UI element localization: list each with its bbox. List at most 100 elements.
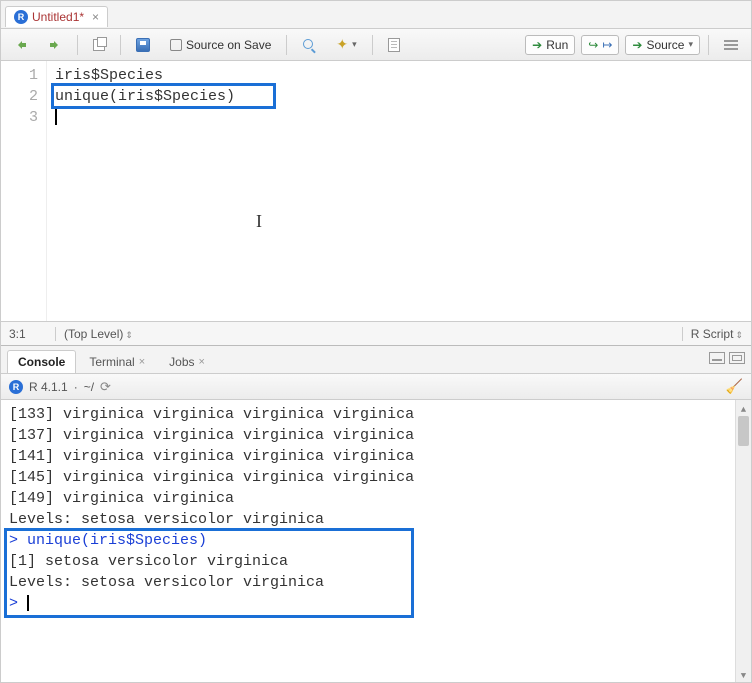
wand-button[interactable]: ✦▾	[329, 33, 363, 56]
editor-toolbar: Source on Save ✦▾ ➔ Run ↪↦ ➔ Source ▾	[1, 29, 751, 61]
file-tab-untitled[interactable]: R Untitled1* ×	[5, 6, 108, 27]
r-version-label: R 4.1.1	[29, 380, 68, 394]
notebook-icon	[388, 38, 400, 52]
editor-status-bar: 3:1 (Top Level)⇕ R Script⇕	[1, 321, 751, 345]
console-output[interactable]: [133] virginica virginica virginica virg…	[1, 400, 751, 682]
forward-icon	[48, 39, 62, 51]
rerun-left-icon: ↪	[588, 38, 598, 52]
nav-forward-button[interactable]	[41, 36, 69, 54]
back-icon	[14, 39, 28, 51]
source-on-save-toggle[interactable]: Source on Save	[163, 35, 278, 55]
toolbar-separator	[286, 35, 287, 55]
reload-icon[interactable]: ⟳	[100, 379, 111, 395]
editor-pane: R Untitled1* × Source on Save ✦▾ ➔ Run ↪…	[1, 1, 751, 346]
code-line[interactable]	[55, 107, 751, 128]
search-icon	[302, 38, 316, 52]
save-button[interactable]	[129, 35, 157, 55]
r-file-icon: R	[14, 10, 28, 24]
outline-button[interactable]	[717, 36, 745, 54]
run-label: Run	[546, 38, 568, 52]
scope-selector[interactable]: (Top Level)⇕	[55, 327, 682, 341]
rerun-right-icon: ↦	[602, 38, 612, 52]
checkbox-icon	[170, 39, 182, 51]
ibeam-cursor: I	[256, 211, 262, 232]
nav-back-button[interactable]	[7, 36, 35, 54]
code-lines[interactable]: iris$Species unique(iris$Species)	[47, 61, 751, 321]
popout-icon	[93, 39, 105, 51]
prompt-line[interactable]: >	[9, 593, 751, 614]
run-button[interactable]: ➔ Run	[525, 35, 575, 55]
clear-console-icon[interactable]: 🧹	[726, 378, 743, 395]
language-selector[interactable]: R Script⇕	[682, 327, 743, 341]
toolbar-separator	[708, 35, 709, 55]
output-line: [1] setosa versicolor virginica	[9, 551, 751, 572]
tab-console-label: Console	[18, 355, 65, 369]
close-icon[interactable]: ×	[199, 356, 205, 368]
scroll-up-icon[interactable]: ▲	[736, 400, 751, 416]
scroll-down-icon[interactable]: ▼	[736, 666, 751, 682]
updown-icon: ⇕	[735, 330, 743, 340]
chevron-down-icon: ▾	[688, 39, 693, 50]
tab-console[interactable]: Console	[7, 350, 76, 373]
command-line: > unique(iris$Species)	[9, 530, 751, 551]
maximize-pane-icon[interactable]	[729, 352, 745, 364]
code-line[interactable]: iris$Species	[55, 65, 751, 86]
line-number: 1	[1, 65, 38, 86]
notebook-button[interactable]	[381, 35, 407, 55]
cursor-position: 3:1	[9, 327, 55, 341]
pane-window-controls	[709, 352, 745, 364]
line-number: 3	[1, 107, 38, 128]
line-gutter: 1 2 3	[1, 61, 47, 321]
output-line: Levels: setosa versicolor virginica	[9, 509, 751, 530]
scroll-track[interactable]	[738, 416, 749, 666]
tab-jobs-label: Jobs	[169, 355, 194, 369]
output-line: [141] virginica virginica virginica virg…	[9, 446, 751, 467]
output-line: [133] virginica virginica virginica virg…	[9, 404, 751, 425]
console-tab-row: Console Terminal × Jobs ×	[1, 346, 751, 374]
popout-button[interactable]	[86, 36, 112, 54]
output-line: [149] virginica virginica	[9, 488, 751, 509]
find-button[interactable]	[295, 35, 323, 55]
close-tab-icon[interactable]: ×	[92, 10, 99, 24]
minimize-pane-icon[interactable]	[709, 352, 725, 364]
chevron-down-icon: ▾	[352, 39, 357, 50]
prompt-symbol: >	[9, 595, 27, 612]
output-line: Levels: setosa versicolor virginica	[9, 572, 751, 593]
tab-jobs[interactable]: Jobs ×	[158, 350, 216, 373]
rerun-button[interactable]: ↪↦	[581, 35, 619, 55]
output-line: [137] virginica virginica virginica virg…	[9, 425, 751, 446]
working-dir[interactable]: ~/	[84, 380, 94, 394]
tab-terminal-label: Terminal	[89, 355, 134, 369]
code-editor[interactable]: 1 2 3 iris$Species unique(iris$Species) …	[1, 61, 751, 321]
editor-tab-row: R Untitled1* ×	[1, 1, 751, 29]
close-icon[interactable]: ×	[139, 356, 145, 368]
text-cursor	[27, 595, 29, 611]
save-icon	[136, 38, 150, 52]
dot-sep: ·	[74, 380, 78, 394]
run-icon: ➔	[532, 38, 542, 52]
line-number: 2	[1, 86, 38, 107]
console-scrollbar[interactable]: ▲ ▼	[735, 400, 751, 682]
toolbar-separator	[372, 35, 373, 55]
source-button[interactable]: ➔ Source ▾	[625, 35, 700, 55]
source-run-icon: ➔	[632, 38, 642, 52]
output-line: [145] virginica virginica virginica virg…	[9, 467, 751, 488]
console-pane: Console Terminal × Jobs × R R 4.1.1 · ~/ ⟳…	[1, 346, 751, 682]
scroll-thumb[interactable]	[738, 416, 749, 446]
prompt-symbol: >	[9, 532, 27, 549]
code-line[interactable]: unique(iris$Species)	[55, 86, 751, 107]
console-info-bar: R R 4.1.1 · ~/ ⟳ 🧹	[1, 374, 751, 400]
updown-icon: ⇕	[125, 330, 133, 340]
toolbar-separator	[77, 35, 78, 55]
text-cursor	[55, 109, 57, 125]
wand-icon: ✦	[336, 36, 348, 53]
command-text: unique(iris$Species)	[27, 532, 207, 549]
source-on-save-label: Source on Save	[186, 38, 271, 52]
outline-icon	[724, 39, 738, 51]
language-label: R Script	[691, 327, 734, 341]
scope-label: (Top Level)	[64, 327, 123, 341]
tab-terminal[interactable]: Terminal ×	[78, 350, 156, 373]
file-tab-title: Untitled1*	[32, 10, 84, 24]
source-label: Source	[646, 38, 684, 52]
r-logo-icon: R	[9, 380, 23, 394]
